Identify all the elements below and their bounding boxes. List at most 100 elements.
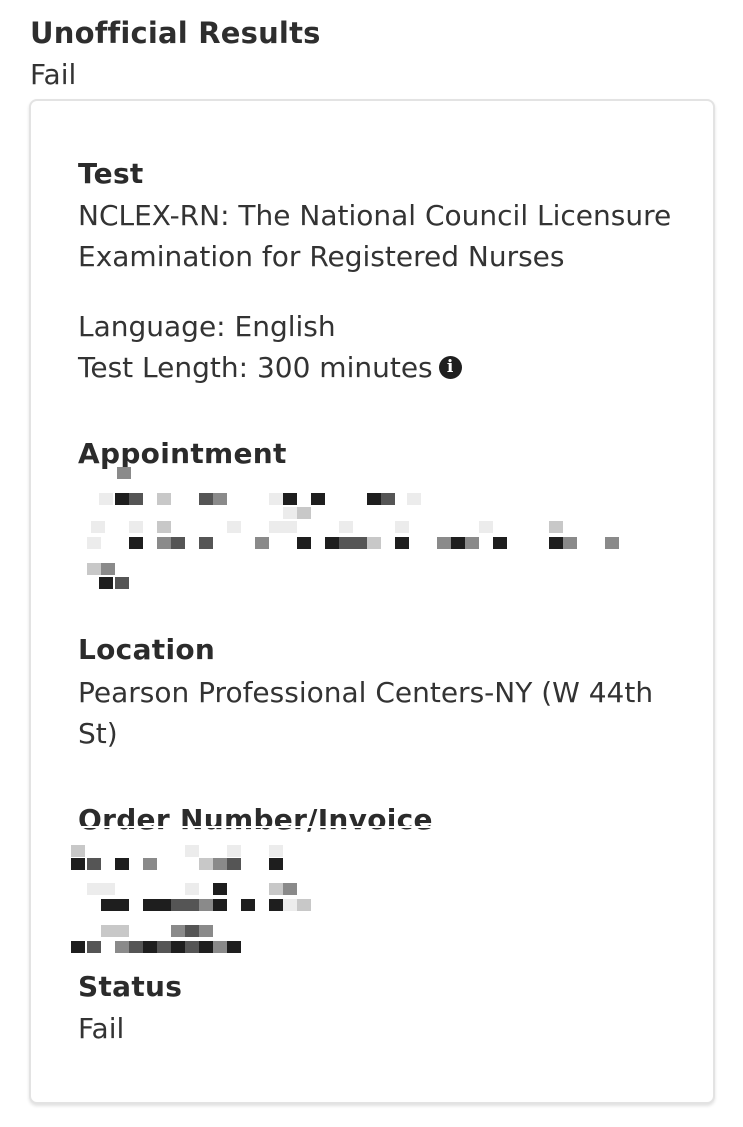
redaction-pixel <box>157 941 171 953</box>
redaction-pixel <box>185 899 199 911</box>
redaction-pixel <box>227 521 241 533</box>
redaction-pixel <box>71 941 85 953</box>
test-heading: Test <box>78 157 144 190</box>
redaction-pixel <box>339 537 353 549</box>
redaction-pixel <box>269 521 283 533</box>
redaction-pixel <box>465 537 479 549</box>
redaction-pixel <box>199 899 213 911</box>
redaction-pixel <box>227 858 241 870</box>
redaction-pixel <box>605 537 619 549</box>
redaction-pixel <box>269 845 283 857</box>
test-name-line1: NCLEX-RN: The National Council Licensure <box>78 199 672 232</box>
redaction-pixel <box>101 563 115 575</box>
redaction-pixel <box>213 858 227 870</box>
redaction-pixel <box>241 899 255 911</box>
redaction-pixel <box>297 899 311 911</box>
redaction-pixel <box>395 537 409 549</box>
redaction-pixel <box>395 521 409 533</box>
location-line1: Pearson Professional Centers-NY (W 44th <box>78 676 654 709</box>
redaction-pixel <box>549 537 563 549</box>
redaction-pixel <box>269 883 283 895</box>
redaction-pixel <box>269 858 283 870</box>
redaction-pixel <box>199 858 213 870</box>
redaction-pixel <box>339 521 353 533</box>
redaction-pixel <box>199 493 213 505</box>
redaction-pixel <box>353 537 367 549</box>
location-heading: Location <box>78 633 216 666</box>
status-value: Fail <box>78 1012 125 1045</box>
redaction-pixel <box>185 941 199 953</box>
redaction-pixel <box>283 883 297 895</box>
redaction-pixel <box>199 941 213 953</box>
redaction-pixel <box>87 941 101 953</box>
redaction-pixel <box>87 563 101 575</box>
redaction-pixel <box>143 858 157 870</box>
redaction-pixel <box>157 899 171 911</box>
redaction-pixel <box>71 858 85 870</box>
redaction-pixel <box>227 845 241 857</box>
test-length-row: Test Length: 300 minutes i <box>78 347 462 388</box>
redaction-pixel <box>213 493 227 505</box>
results-card: Test NCLEX-RN: The National Council Lice… <box>29 99 715 1104</box>
redaction-pixel <box>87 858 101 870</box>
redaction-pixel <box>213 883 227 895</box>
redaction-pixel <box>157 537 171 549</box>
redaction-pixel <box>283 521 297 533</box>
redaction-pixel <box>171 537 185 549</box>
redaction-pixel <box>199 925 213 937</box>
redaction-pixel <box>115 941 129 953</box>
test-length: Test Length: 300 minutes <box>78 351 433 384</box>
redaction-pixel <box>115 577 129 589</box>
redaction-pixel <box>185 845 199 857</box>
results-page: Unofficial Results Fail Test NCLEX-RN: T… <box>0 0 743 1127</box>
redaction-pixel <box>269 899 283 911</box>
redaction-pixel <box>129 941 143 953</box>
redaction-pixel <box>87 883 101 895</box>
redaction-pixel <box>115 899 129 911</box>
redaction-pixel <box>269 493 283 505</box>
redaction-pixel <box>283 507 297 519</box>
redaction-pixel <box>101 899 115 911</box>
redaction-pixel <box>367 537 381 549</box>
redaction-pixel <box>71 845 85 857</box>
redaction-pixel <box>283 899 297 911</box>
redaction-pixel <box>115 925 129 937</box>
status-heading: Status <box>78 970 183 1003</box>
redaction-pixel <box>451 537 465 549</box>
redaction-pixel <box>185 883 199 895</box>
overall-result: Fail <box>30 58 77 91</box>
redaction-pixel <box>171 925 185 937</box>
redaction-pixel <box>479 521 493 533</box>
order-heading-clip <box>71 826 691 828</box>
location-line2: St) <box>78 717 118 750</box>
redaction-pixel <box>199 537 213 549</box>
redaction-pixel <box>117 467 131 479</box>
redaction-pixel <box>283 493 297 505</box>
redaction-pixel <box>129 537 143 549</box>
redaction-pixel <box>171 941 185 953</box>
redaction-pixel <box>87 537 101 549</box>
redaction-pixel <box>185 925 199 937</box>
redaction-pixel <box>171 899 185 911</box>
page-title: Unofficial Results <box>30 16 321 50</box>
redaction-pixel <box>101 925 115 937</box>
redaction-pixel <box>367 493 381 505</box>
redaction-pixel <box>157 493 171 505</box>
redaction-pixel <box>101 883 115 895</box>
appointment-heading: Appointment <box>78 437 287 470</box>
redaction-pixel <box>213 899 227 911</box>
redaction-pixel <box>227 941 241 953</box>
order-heading: Order Number/Invoice <box>78 803 433 836</box>
redaction-pixel <box>129 521 143 533</box>
redaction-pixel <box>407 493 421 505</box>
redaction-pixel <box>493 537 507 549</box>
redaction-pixel <box>381 493 395 505</box>
redaction-pixel <box>99 577 113 589</box>
redaction-pixel <box>297 507 311 519</box>
redaction-pixel <box>563 537 577 549</box>
info-icon[interactable]: i <box>438 355 462 379</box>
test-name-line2: Examination for Registered Nurses <box>78 240 565 273</box>
redaction-pixel <box>115 493 129 505</box>
test-language: Language: English <box>78 310 336 343</box>
redaction-pixel <box>437 537 451 549</box>
